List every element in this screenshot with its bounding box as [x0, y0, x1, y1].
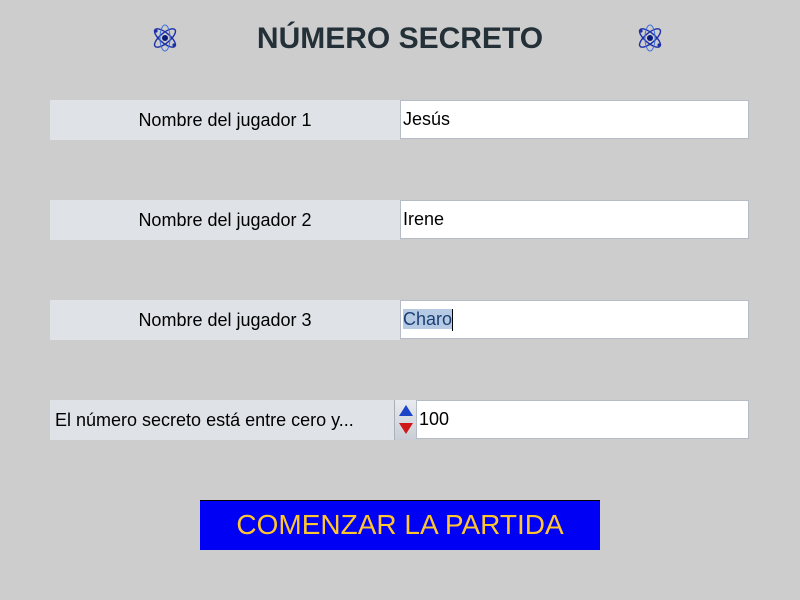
atom-icon: [153, 24, 177, 52]
player-1-name-value: Jesús: [403, 109, 451, 129]
spinner-up-icon[interactable]: [398, 402, 414, 420]
range-spinner[interactable]: [394, 400, 416, 440]
text-caret: [452, 309, 454, 332]
player-2-name-value: Irene: [403, 209, 445, 229]
spinner-down-icon[interactable]: [398, 420, 414, 438]
player-3-name-value: Charo: [403, 309, 453, 329]
player-1-label: Nombre del jugador 1: [50, 100, 400, 140]
range-max-value: 100: [419, 409, 450, 429]
player-2-label: Nombre del jugador 2: [50, 200, 400, 240]
player-1-row: Nombre del jugador 1 Jesús: [50, 100, 750, 140]
range-row: El número secreto está entre cero y... 1…: [50, 400, 750, 440]
range-max-input[interactable]: 100: [416, 400, 749, 439]
player-1-name-input[interactable]: Jesús: [400, 100, 749, 139]
player-3-row: Nombre del jugador 3 Charo: [50, 300, 750, 340]
start-game-button[interactable]: COMENZAR LA PARTIDA: [200, 500, 600, 550]
atom-icon: [638, 24, 662, 52]
player-3-name-input[interactable]: Charo: [400, 300, 749, 339]
player-2-name-input[interactable]: Irene: [400, 200, 749, 239]
player-2-row: Nombre del jugador 2 Irene: [50, 200, 750, 240]
page-title: NÚMERO SECRETO: [256, 22, 544, 55]
player-3-label: Nombre del jugador 3: [50, 300, 400, 340]
range-label: El número secreto está entre cero y...: [50, 400, 394, 440]
